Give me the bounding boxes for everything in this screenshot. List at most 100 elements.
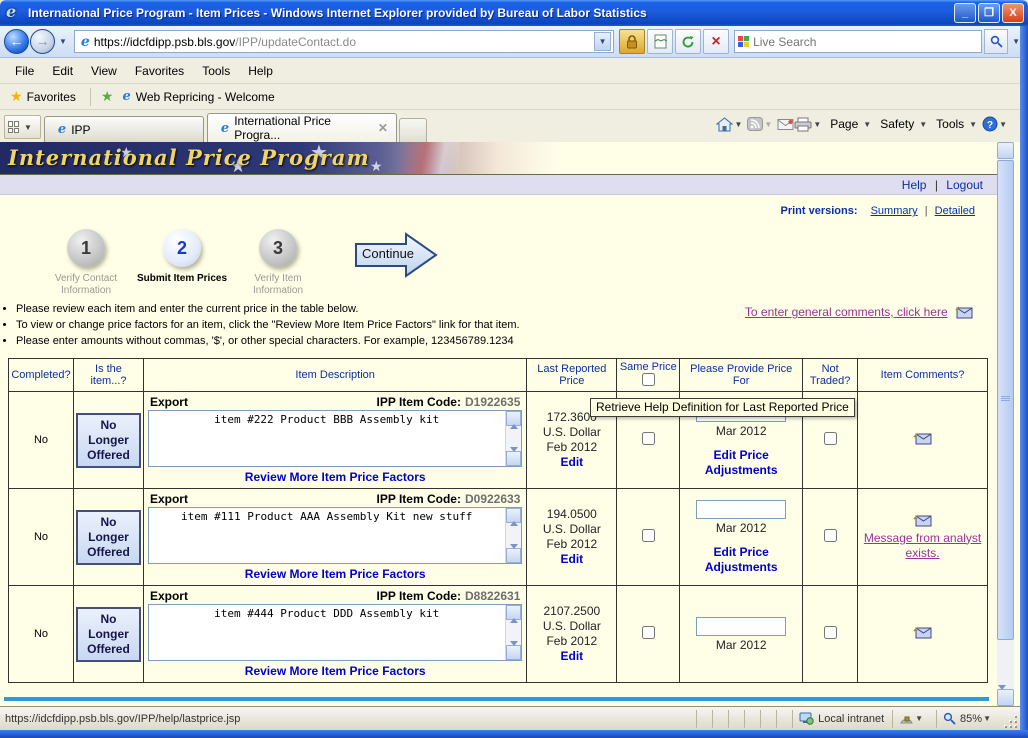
- logout-link[interactable]: Logout: [946, 178, 983, 192]
- compatibility-view-icon[interactable]: [647, 29, 674, 54]
- scrollbar-down-icon[interactable]: [997, 685, 1014, 707]
- item-comment-envelope-icon[interactable]: [913, 514, 932, 527]
- tab-international-price-program[interactable]: e International Price Progra... ✕: [206, 113, 397, 142]
- rss-feed-icon[interactable]: [747, 117, 764, 131]
- textarea-scrollbar[interactable]: [505, 411, 522, 466]
- item-comment-envelope-icon[interactable]: [913, 626, 932, 639]
- menu-tools[interactable]: Tools: [193, 61, 239, 81]
- review-more-factors-link[interactable]: Review More Item Price Factors: [245, 470, 426, 484]
- textarea-scrollbar[interactable]: [505, 605, 522, 660]
- minimize-button[interactable]: _: [954, 3, 976, 23]
- continue-button[interactable]: Continue: [354, 231, 440, 279]
- tab-icon: e: [57, 122, 67, 137]
- item-description-textarea[interactable]: item #111 Product AAA Assembly Kit new s…: [147, 507, 523, 564]
- menu-view[interactable]: View: [82, 61, 126, 81]
- header-completed: Completed?: [8, 358, 74, 392]
- menu-file[interactable]: File: [6, 61, 43, 81]
- same-price-checkbox[interactable]: [641, 432, 655, 445]
- refresh-button[interactable]: [675, 29, 702, 54]
- print-dropdown-icon[interactable]: ▼: [813, 120, 821, 129]
- comments-envelope-icon[interactable]: [955, 306, 973, 319]
- protected-mode-pane[interactable]: ▼: [892, 709, 934, 728]
- not-traded-checkbox[interactable]: [823, 626, 837, 639]
- scroll-down-icon[interactable]: [506, 641, 522, 660]
- item-description-textarea[interactable]: item #222 Product BBB Assembly kit: [147, 410, 523, 467]
- ssl-lock-icon[interactable]: [619, 29, 646, 54]
- edit-price-link[interactable]: Edit: [561, 552, 584, 566]
- new-tab-stub[interactable]: [398, 118, 427, 142]
- scrollbar-thumb[interactable]: [997, 160, 1014, 640]
- add-favorite-icon[interactable]: ★: [101, 88, 114, 105]
- tools-menu[interactable]: Tools: [936, 117, 964, 131]
- read-mail-icon[interactable]: [777, 118, 794, 131]
- forward-button[interactable]: →: [30, 29, 55, 54]
- help-icon[interactable]: ?: [982, 116, 998, 132]
- provide-price-cell: Mar 2012: [679, 585, 804, 683]
- general-comments-link[interactable]: To enter general comments, click here: [745, 305, 948, 319]
- menu-help[interactable]: Help: [239, 61, 282, 81]
- same-price-all-checkbox[interactable]: [641, 373, 655, 386]
- not-traded-checkbox[interactable]: [823, 529, 837, 542]
- zoom-pane[interactable]: 85% ▼: [936, 709, 1002, 728]
- tab-close-icon[interactable]: ✕: [378, 121, 388, 135]
- url-field[interactable]: e https://idcfdipp.psb.bls.gov/IPP/updat…: [73, 30, 615, 53]
- print-icon[interactable]: [794, 117, 812, 132]
- new-price-input[interactable]: [696, 616, 787, 636]
- favorite-link[interactable]: Web Repricing - Welcome: [136, 90, 275, 104]
- home-icon[interactable]: [716, 116, 734, 132]
- page-menu[interactable]: Page: [830, 117, 858, 131]
- no-longer-offered-button[interactable]: No Longer Offered: [75, 412, 141, 468]
- menu-favorites[interactable]: Favorites: [126, 61, 193, 81]
- page-scrollbar[interactable]: [997, 142, 1014, 707]
- search-go-icon[interactable]: [984, 29, 1009, 54]
- safety-menu[interactable]: Safety: [880, 117, 914, 131]
- search-options-dropdown-icon[interactable]: ▼: [1012, 37, 1020, 46]
- textarea-scrollbar[interactable]: [505, 508, 522, 563]
- home-dropdown-icon[interactable]: ▼: [734, 120, 742, 129]
- edit-price-link[interactable]: Edit: [561, 649, 584, 663]
- scroll-down-icon[interactable]: [506, 544, 522, 563]
- history-dropdown-icon[interactable]: ▼: [59, 37, 67, 46]
- favorites-button[interactable]: Favorites: [27, 90, 76, 104]
- zoom-dropdown-icon[interactable]: ▼: [983, 714, 991, 723]
- new-price-input[interactable]: [696, 499, 787, 519]
- favorites-star-icon[interactable]: ★: [10, 88, 23, 105]
- restore-button[interactable]: ❐: [978, 3, 1000, 23]
- scroll-up-icon[interactable]: [506, 605, 522, 623]
- url-dropdown-icon[interactable]: ▼: [594, 32, 612, 51]
- item-description-textarea[interactable]: item #444 Product DDD Assembly kit: [147, 604, 523, 661]
- resize-grip[interactable]: [1004, 715, 1018, 729]
- review-more-factors-link[interactable]: Review More Item Price Factors: [245, 664, 426, 678]
- price-period: Feb 2012: [546, 440, 598, 454]
- back-button[interactable]: ←: [4, 29, 29, 54]
- item-comment-envelope-icon[interactable]: [913, 432, 932, 445]
- help-link[interactable]: Help: [902, 178, 927, 192]
- edit-price-adjustments-link[interactable]: Edit Price Adjustments: [705, 545, 778, 574]
- no-longer-offered-button[interactable]: No Longer Offered: [75, 606, 141, 662]
- same-price-checkbox[interactable]: [641, 529, 655, 542]
- scroll-up-icon[interactable]: [506, 411, 522, 429]
- same-price-checkbox[interactable]: [641, 626, 655, 639]
- close-button[interactable]: X: [1002, 3, 1024, 23]
- protected-mode-dropdown-icon[interactable]: ▼: [915, 714, 923, 723]
- no-longer-offered-button[interactable]: No Longer Offered: [75, 509, 141, 565]
- search-input[interactable]: [753, 34, 979, 49]
- print-summary-link[interactable]: Summary: [871, 205, 918, 217]
- edit-price-adjustments-link[interactable]: Edit Price Adjustments: [705, 448, 778, 477]
- quick-tabs-button[interactable]: ▼: [4, 115, 41, 139]
- completed-cell: No: [8, 488, 74, 586]
- stop-button[interactable]: ×: [703, 29, 730, 54]
- tab-ipp[interactable]: e IPP: [43, 116, 204, 142]
- menu-edit[interactable]: Edit: [43, 61, 82, 81]
- scrollbar-up-icon[interactable]: [997, 142, 1014, 165]
- search-box[interactable]: [734, 30, 983, 53]
- scroll-down-icon[interactable]: [506, 447, 522, 466]
- analyst-message-link[interactable]: Message from analyst exists.: [864, 531, 981, 560]
- edit-price-link[interactable]: Edit: [561, 455, 584, 469]
- scroll-up-icon[interactable]: [506, 508, 522, 526]
- item-description-cell: Export IPP Item Code: D0922633 item #111 …: [142, 488, 528, 586]
- print-detailed-link[interactable]: Detailed: [935, 205, 975, 217]
- not-traded-checkbox[interactable]: [823, 432, 837, 445]
- review-more-factors-link[interactable]: Review More Item Price Factors: [245, 567, 426, 581]
- help-dropdown-icon[interactable]: ▼: [999, 120, 1007, 129]
